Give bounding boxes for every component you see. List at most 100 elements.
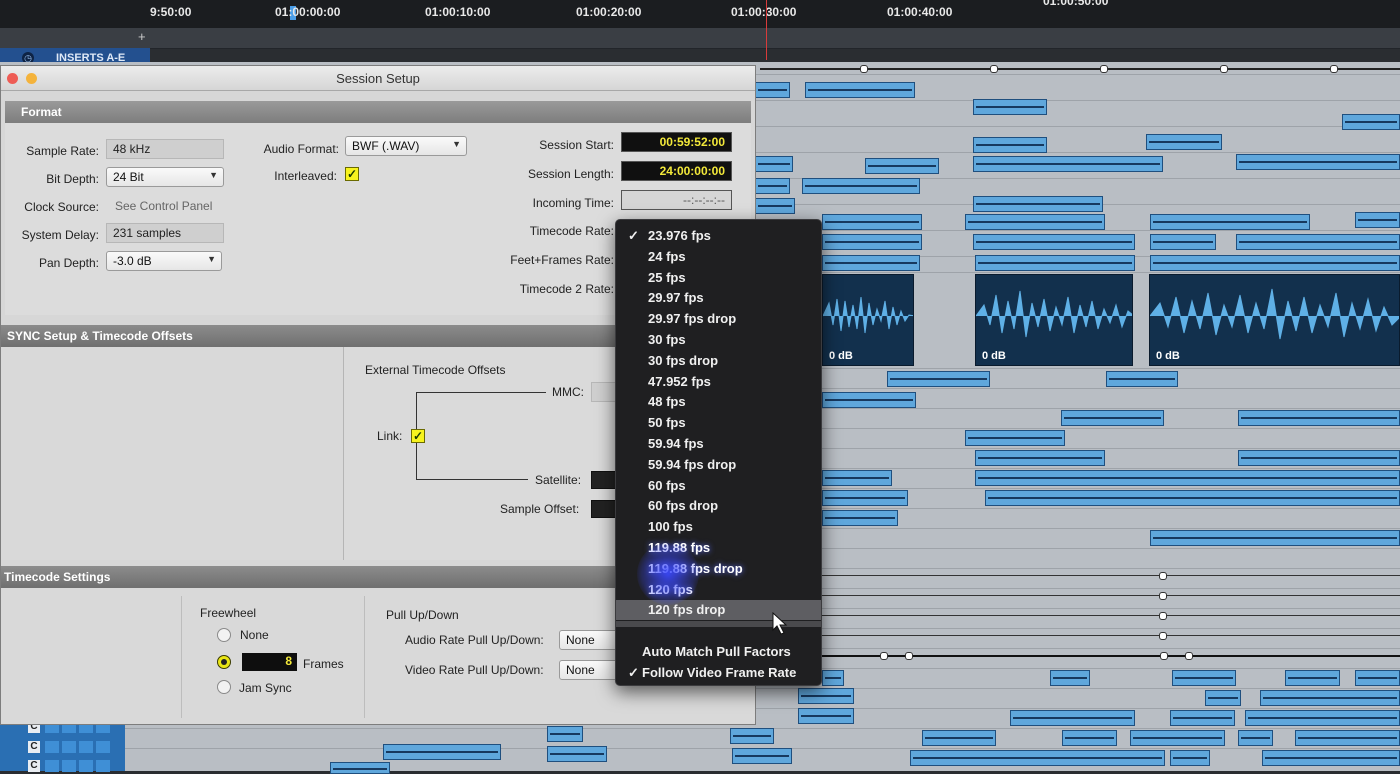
pan-depth-select[interactable]: -3.0 dB ▼ <box>106 251 222 271</box>
audio-clip[interactable] <box>975 255 1135 271</box>
menu-item-fps[interactable]: 59.94 fps <box>616 434 821 454</box>
interleaved-checkbox[interactable]: ✓ <box>345 167 359 181</box>
track-c-button[interactable]: C <box>28 760 40 772</box>
audio-clip[interactable] <box>383 744 501 760</box>
waveform-clip[interactable]: 0 dB <box>1149 274 1400 366</box>
audio-clip[interactable] <box>822 392 916 408</box>
menu-item-fps[interactable]: 60 fps drop <box>616 496 821 516</box>
audio-clip[interactable] <box>732 748 792 764</box>
waveform-clip[interactable]: 0 dB <box>975 274 1133 366</box>
audio-clip[interactable] <box>1130 730 1225 746</box>
audio-clip[interactable] <box>973 234 1135 250</box>
audio-clip[interactable] <box>1245 710 1400 726</box>
audio-clip[interactable] <box>1146 134 1222 150</box>
audio-clip[interactable] <box>1238 450 1400 466</box>
menu-item-fps[interactable]: 29.97 fps <box>616 288 821 308</box>
window-titlebar[interactable]: Session Setup <box>1 66 755 91</box>
menu-item-follow-video-rate[interactable]: ✓ Follow Video Frame Rate <box>616 663 821 683</box>
audio-clip[interactable] <box>1262 750 1400 766</box>
menu-item-fps[interactable]: 100 fps <box>616 517 821 537</box>
session-start-field[interactable]: 00:59:52:00 <box>621 132 732 152</box>
audio-clip[interactable] <box>798 688 854 704</box>
menu-item-fps[interactable]: 59.94 fps drop <box>616 455 821 475</box>
audio-clip[interactable] <box>822 490 908 506</box>
audio-clip[interactable] <box>1010 710 1135 726</box>
menu-item-auto-match-pull[interactable]: Auto Match Pull Factors <box>616 642 821 662</box>
audio-clip[interactable] <box>822 670 844 686</box>
audio-clip[interactable] <box>1236 154 1400 170</box>
audio-clip[interactable] <box>922 730 996 746</box>
audio-clip[interactable] <box>330 762 390 774</box>
audio-clip[interactable] <box>755 178 790 194</box>
audio-pull-select[interactable]: None <box>559 630 619 650</box>
menu-item-fps[interactable]: 120 fps drop <box>616 600 821 621</box>
audio-clip[interactable] <box>730 728 774 744</box>
audio-clip[interactable] <box>1285 670 1340 686</box>
audio-clip[interactable] <box>1205 690 1241 706</box>
audio-clip[interactable] <box>985 490 1400 506</box>
menu-item-fps[interactable]: 30 fps drop <box>616 351 821 371</box>
audio-clip[interactable] <box>547 726 583 742</box>
audio-clip[interactable] <box>975 450 1105 466</box>
audio-clip[interactable] <box>822 234 922 250</box>
menu-item-fps[interactable]: 60 fps <box>616 476 821 496</box>
audio-clip[interactable] <box>1238 410 1400 426</box>
audio-clip[interactable] <box>1170 710 1235 726</box>
freewheel-frames-radio[interactable] <box>217 655 231 669</box>
audio-clip[interactable] <box>1050 670 1090 686</box>
audio-clip[interactable] <box>1236 234 1400 250</box>
audio-clip[interactable] <box>865 158 939 174</box>
audio-clip[interactable] <box>1150 255 1400 271</box>
menu-item-fps[interactable]: 24 fps <box>616 247 821 267</box>
track-c-button[interactable]: C <box>28 741 40 753</box>
audio-clip[interactable] <box>973 99 1047 115</box>
menu-item-fps[interactable]: 48 fps <box>616 392 821 412</box>
audio-clip[interactable] <box>887 371 990 387</box>
audio-clip[interactable] <box>1106 371 1178 387</box>
menu-item-fps[interactable]: ✓ 23.976 fps <box>616 226 821 246</box>
audio-clip[interactable] <box>822 510 898 526</box>
audio-clip[interactable] <box>802 178 920 194</box>
audio-clip[interactable] <box>798 708 854 724</box>
audio-clip[interactable] <box>805 82 915 98</box>
audio-clip[interactable] <box>910 750 1165 766</box>
audio-clip[interactable] <box>1170 750 1210 766</box>
bit-depth-select[interactable]: 24 Bit ▼ <box>106 167 224 187</box>
jam-sync-radio[interactable] <box>217 680 231 694</box>
format-section-header[interactable]: Format <box>5 101 751 123</box>
audio-clip[interactable] <box>755 82 790 98</box>
menu-item-fps[interactable]: 50 fps <box>616 413 821 433</box>
audio-clip[interactable] <box>1260 690 1400 706</box>
audio-clip[interactable] <box>1062 730 1117 746</box>
timeline-ruler[interactable]: 9:50:00 01:00:00:00 01:00:10:00 01:00:20… <box>0 0 1400 28</box>
audio-clip[interactable] <box>973 196 1103 212</box>
audio-clip[interactable] <box>1355 670 1400 686</box>
audio-format-select[interactable]: BWF (.WAV) ▼ <box>345 136 467 156</box>
audio-clip[interactable] <box>822 214 922 230</box>
audio-clip[interactable] <box>1150 530 1400 546</box>
audio-clip[interactable] <box>822 470 892 486</box>
playhead-cursor[interactable] <box>766 0 767 60</box>
menu-item-fps[interactable]: 47.952 fps <box>616 372 821 392</box>
audio-clip[interactable] <box>1061 410 1164 426</box>
audio-clip[interactable] <box>965 214 1105 230</box>
freewheel-none-radio[interactable] <box>217 628 231 642</box>
audio-clip[interactable] <box>755 156 793 172</box>
audio-clip[interactable] <box>1150 214 1310 230</box>
audio-clip[interactable] <box>973 156 1163 172</box>
audio-clip[interactable] <box>1150 234 1216 250</box>
audio-clip[interactable] <box>1172 670 1236 686</box>
audio-clip[interactable] <box>973 137 1047 153</box>
audio-clip[interactable] <box>547 746 607 762</box>
session-length-field[interactable]: 24:00:00:00 <box>621 161 732 181</box>
audio-clip[interactable] <box>1295 730 1400 746</box>
audio-clip[interactable] <box>975 470 1400 486</box>
menu-item-fps[interactable]: 25 fps <box>616 268 821 288</box>
waveform-clip[interactable]: 0 dB <box>822 274 914 366</box>
video-pull-select[interactable]: None <box>559 660 619 680</box>
menu-item-fps[interactable]: 30 fps <box>616 330 821 350</box>
link-checkbox[interactable]: ✓ <box>411 429 425 443</box>
audio-clip[interactable] <box>1238 730 1273 746</box>
freewheel-frames-field[interactable]: 8 <box>242 653 297 671</box>
menu-item-fps[interactable]: 29.97 fps drop <box>616 309 821 329</box>
